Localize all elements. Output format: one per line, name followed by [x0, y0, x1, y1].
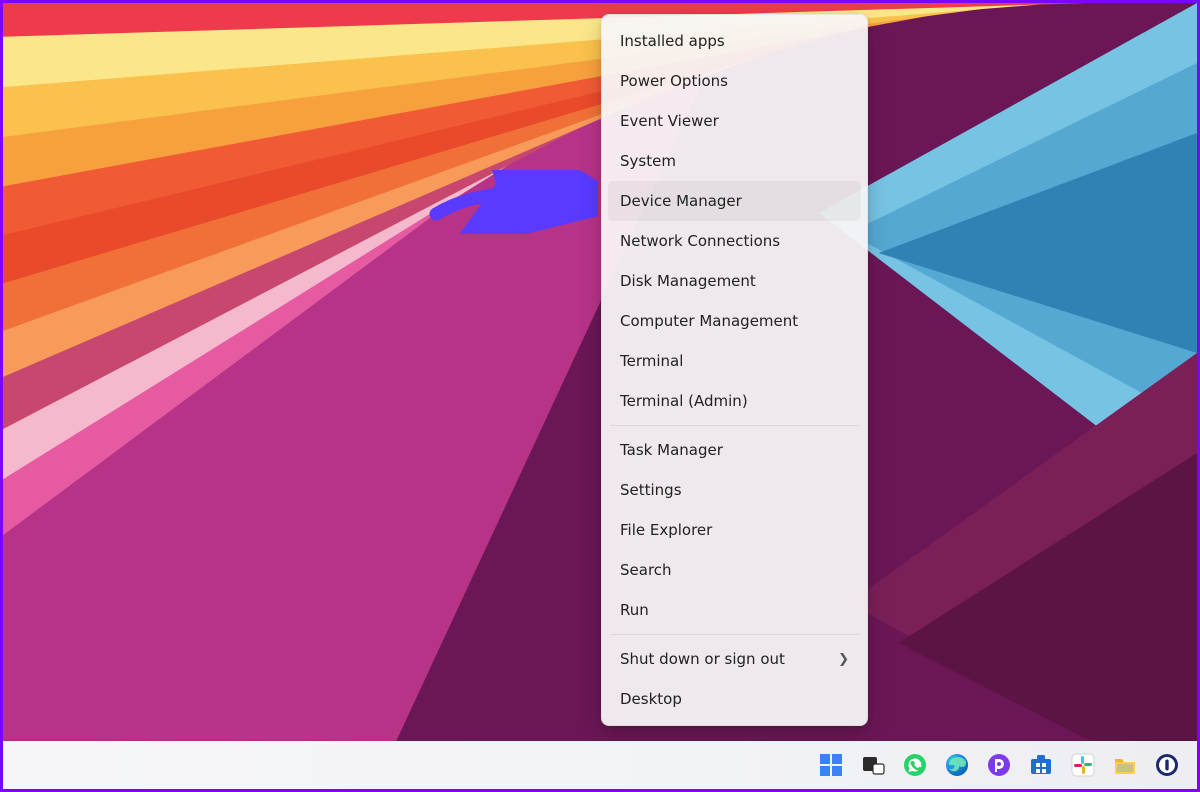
menu-item-settings[interactable]: Settings	[608, 470, 861, 510]
menu-item-label: Event Viewer	[620, 112, 719, 130]
taskbar-1password-button[interactable]	[1153, 751, 1181, 779]
menu-item-power-options[interactable]: Power Options	[608, 61, 861, 101]
menu-item-event-viewer[interactable]: Event Viewer	[608, 101, 861, 141]
menu-item-label: Shut down or sign out	[620, 650, 785, 668]
taskbar-explorer-button[interactable]	[1111, 751, 1139, 779]
menu-item-label: Power Options	[620, 72, 728, 90]
taskbar	[3, 741, 1197, 789]
onepass-icon	[1154, 752, 1180, 778]
menu-item-label: Terminal	[620, 352, 683, 370]
slack-icon	[1070, 752, 1096, 778]
menu-item-task-manager[interactable]: Task Manager	[608, 430, 861, 470]
menu-item-network-connections[interactable]: Network Connections	[608, 221, 861, 261]
whatsapp-icon	[902, 752, 928, 778]
menu-item-device-manager[interactable]: Device Manager	[608, 181, 861, 221]
store-icon	[1028, 752, 1054, 778]
menu-item-terminal[interactable]: Terminal	[608, 341, 861, 381]
taskbar-store-button[interactable]	[1027, 751, 1055, 779]
menu-item-label: Computer Management	[620, 312, 798, 330]
menu-item-disk-management[interactable]: Disk Management	[608, 261, 861, 301]
menu-separator	[610, 425, 859, 426]
menu-item-computer-management[interactable]: Computer Management	[608, 301, 861, 341]
menu-item-label: Disk Management	[620, 272, 756, 290]
menu-item-label: Task Manager	[620, 441, 723, 459]
folder-icon	[1112, 752, 1138, 778]
menu-item-run[interactable]: Run	[608, 590, 861, 630]
taskbar-edge-button[interactable]	[943, 751, 971, 779]
menu-item-label: File Explorer	[620, 521, 712, 539]
menu-item-label: Network Connections	[620, 232, 780, 250]
menu-item-label: Desktop	[620, 690, 682, 708]
menu-separator	[610, 634, 859, 635]
taskbar-start-button[interactable]	[817, 751, 845, 779]
menu-item-label: Device Manager	[620, 192, 742, 210]
windows-start-icon	[818, 752, 844, 778]
taskbar-taskview-button[interactable]	[859, 751, 887, 779]
taskbar-whatsapp-button[interactable]	[901, 751, 929, 779]
menu-item-installed-apps[interactable]: Installed apps	[608, 21, 861, 61]
taskbar-purpleapp-button[interactable]	[985, 751, 1013, 779]
menu-item-search[interactable]: Search	[608, 550, 861, 590]
menu-item-system[interactable]: System	[608, 141, 861, 181]
menu-item-label: Terminal (Admin)	[620, 392, 748, 410]
edge-icon	[944, 752, 970, 778]
menu-item-label: Run	[620, 601, 649, 619]
purpleapp-icon	[986, 752, 1012, 778]
screenshot-frame: Installed apps Power Options Event Viewe…	[0, 0, 1200, 792]
menu-item-label: Search	[620, 561, 672, 579]
menu-item-desktop[interactable]: Desktop	[608, 679, 861, 719]
menu-item-terminal-admin[interactable]: Terminal (Admin)	[608, 381, 861, 421]
menu-item-shutdown-signout[interactable]: Shut down or sign out ❯	[608, 639, 861, 679]
chevron-right-icon: ❯	[838, 652, 849, 667]
menu-item-label: Installed apps	[620, 32, 725, 50]
taskbar-slack-button[interactable]	[1069, 751, 1097, 779]
menu-item-label: System	[620, 152, 676, 170]
desktop-wallpaper	[3, 3, 1197, 789]
winx-context-menu: Installed apps Power Options Event Viewe…	[601, 14, 868, 726]
menu-item-file-explorer[interactable]: File Explorer	[608, 510, 861, 550]
menu-item-label: Settings	[620, 481, 682, 499]
taskview-icon	[860, 752, 886, 778]
